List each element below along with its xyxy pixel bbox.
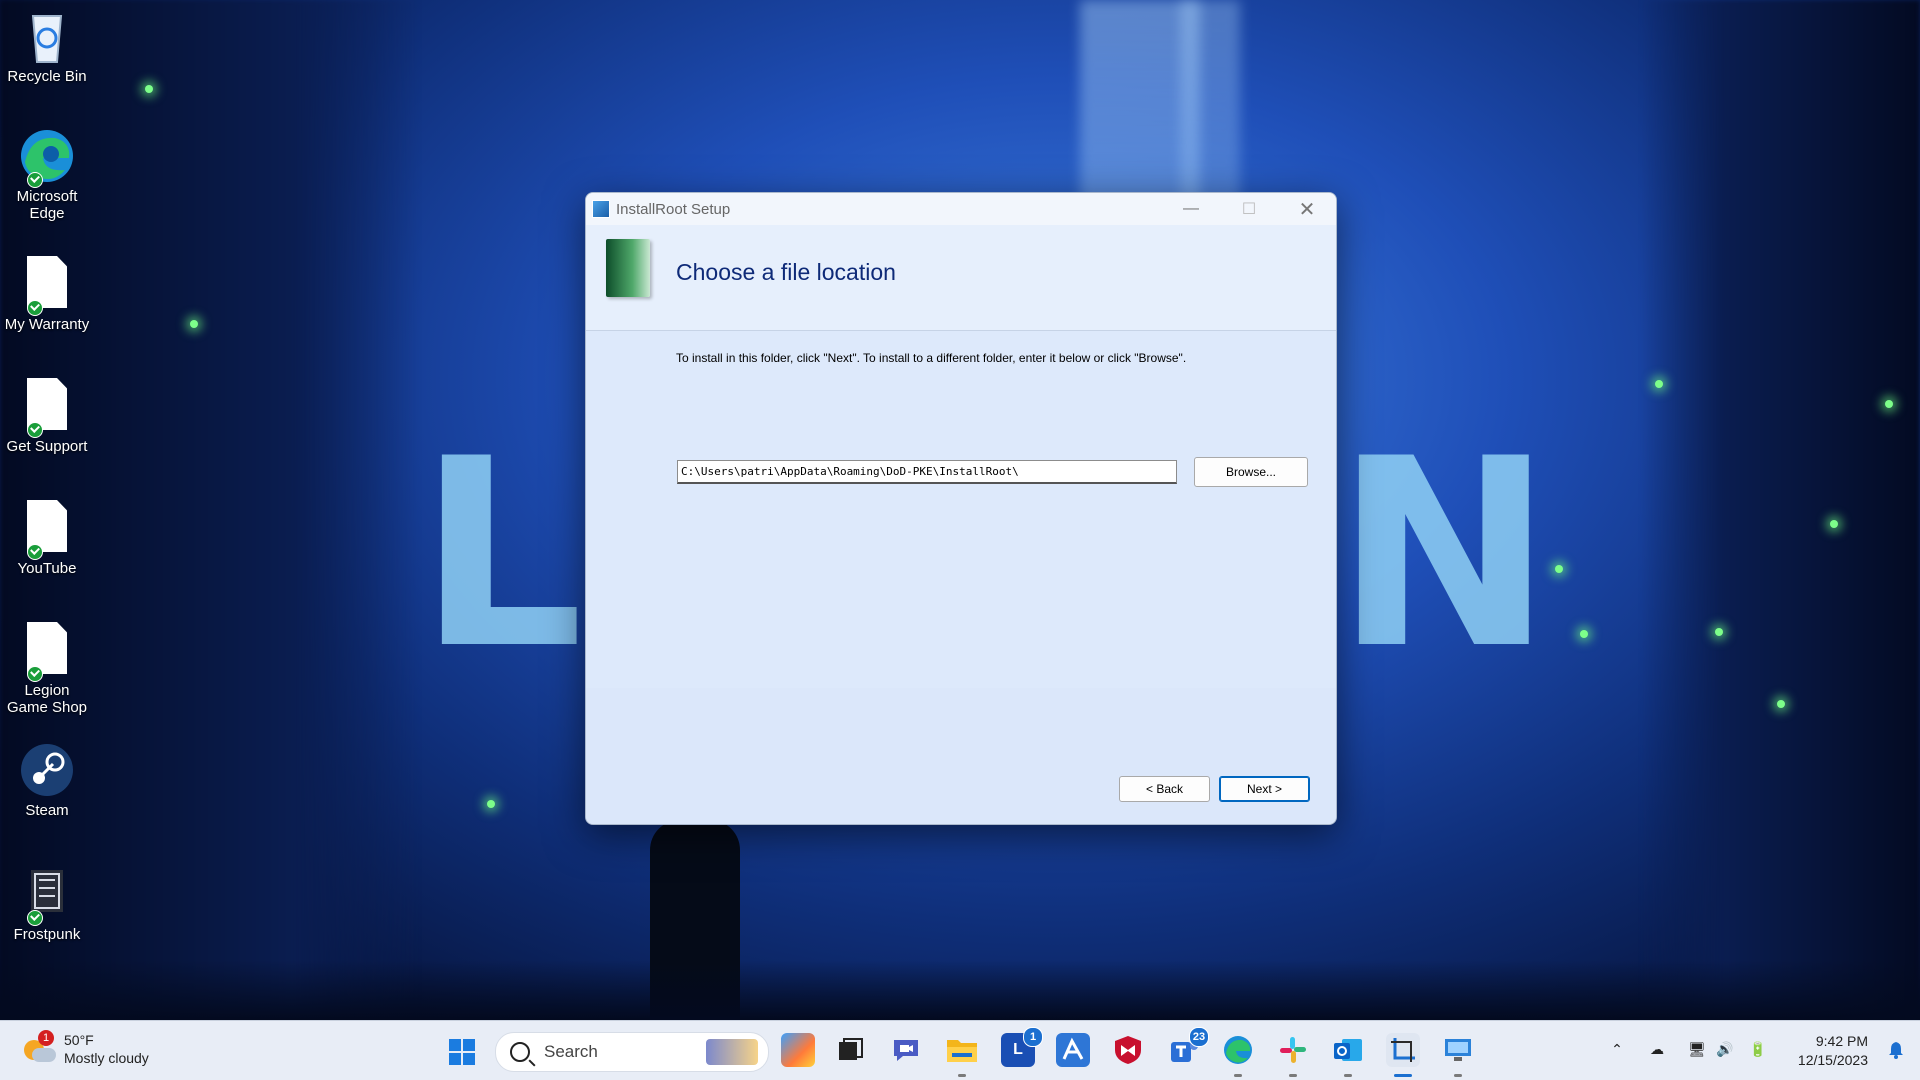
minimize-button[interactable]: — (1162, 193, 1220, 225)
search-icon (510, 1042, 530, 1062)
volume-icon[interactable]: 🔊 (1715, 1041, 1735, 1059)
desktop-icon-label: Legion Game Shop (6, 682, 88, 716)
window-title: InstallRoot Setup (616, 200, 731, 218)
folder-icon (947, 1040, 977, 1062)
taskbar: 1 50°F Mostly cloudy Search L 1 23 ⌃ ☁ 🖥… (0, 1020, 1920, 1080)
dialog-banner: Choose a file location (586, 225, 1336, 331)
minimize-icon: — (1183, 200, 1199, 217)
clock-date: 12/15/2023 (1797, 1052, 1868, 1068)
document-icon (23, 378, 71, 438)
page-heading: Choose a file location (676, 259, 896, 285)
browse-button[interactable]: Browse... (1194, 457, 1308, 487)
taskbar-app-meet[interactable] (889, 1033, 923, 1067)
desktop-icon-label: Frostpunk (13, 926, 81, 943)
desktop-icon-youtube[interactable]: YouTube (0, 500, 94, 577)
mcafee-shield-icon (1115, 1036, 1141, 1064)
onedrive-cloud-icon[interactable]: ☁ (1647, 1041, 1667, 1059)
taskbar-app-slack[interactable] (1276, 1033, 1310, 1077)
taskbar-app-file-explorer[interactable] (945, 1033, 979, 1077)
pen-a-icon (1062, 1037, 1084, 1060)
taskbar-app-edge[interactable] (1221, 1033, 1255, 1077)
document-icon (23, 622, 71, 682)
snipping-tool-icon (1391, 1038, 1415, 1062)
taskbar-app-teams[interactable]: 23 (1167, 1027, 1209, 1067)
taskbar-clock[interactable]: 9:42 PM 12/15/2023 (1798, 1032, 1868, 1070)
clock-time: 9:42 PM (1815, 1033, 1868, 1049)
taskbar-app-task-view[interactable] (833, 1033, 867, 1067)
desktop-icon-label: Microsoft Edge (16, 188, 78, 222)
desktop-icon-label: Recycle Bin (7, 68, 87, 85)
next-button[interactable]: Next > (1219, 776, 1310, 802)
taskbar-app-mcafee[interactable] (1111, 1033, 1145, 1067)
lenovo-l-icon: L (1013, 1041, 1023, 1058)
weather-condition: Mostly cloudy (64, 1050, 149, 1066)
remote-desktop-icon (1445, 1039, 1471, 1061)
desktop-icon-label: My Warranty (4, 316, 90, 333)
taskbar-app-copilot[interactable] (781, 1033, 815, 1067)
taskbar-app-a[interactable] (1056, 1033, 1090, 1067)
close-icon: ✕ (1298, 198, 1316, 221)
edge-icon (21, 128, 73, 188)
desktop-icon-steam[interactable]: Steam (0, 742, 94, 819)
weather-icon: 1 (22, 1030, 56, 1064)
document-icon (23, 500, 71, 560)
weather-widget[interactable]: 1 50°F Mostly cloudy (22, 1030, 149, 1067)
edge-icon (1224, 1036, 1252, 1064)
video-call-icon (894, 1040, 918, 1061)
network-monitor-icon[interactable]: 🖥 (1687, 1041, 1707, 1059)
desktop-icon-recycle-bin[interactable]: Recycle Bin (0, 8, 94, 85)
show-hidden-icons-chevron-icon[interactable]: ⌃ (1607, 1041, 1627, 1059)
close-button[interactable]: ✕ (1278, 193, 1336, 225)
weather-temperature: 50°F (64, 1032, 94, 1048)
taskbar-app-lenovo[interactable]: L 1 (1001, 1027, 1043, 1067)
installer-app-icon (592, 200, 610, 218)
desktop-icon-label: Get Support (6, 438, 88, 455)
title-bar[interactable]: InstallRoot Setup — ☐ ✕ (586, 193, 1336, 225)
search-label: Search (544, 1042, 598, 1061)
maximize-icon: ☐ (1241, 201, 1257, 218)
desktop-icon-my-warranty[interactable]: My Warranty (0, 256, 94, 333)
frostpunk-icon (23, 866, 71, 926)
slack-icon (1280, 1037, 1306, 1063)
teams-badge: 23 (1189, 1027, 1209, 1047)
desktop-icon-label: Steam (25, 802, 69, 819)
search-highlight-icon (706, 1039, 758, 1065)
steam-icon (21, 742, 73, 798)
desktop-icon-frostpunk[interactable]: Frostpunk (0, 866, 94, 943)
notifications-bell-icon[interactable] (1888, 1041, 1904, 1059)
weather-badge: 1 (38, 1030, 54, 1046)
desktop-icon-label: YouTube (17, 560, 77, 577)
taskbar-app-remote-desktop[interactable] (1441, 1033, 1475, 1077)
desktop-icon-microsoft-edge[interactable]: Microsoft Edge (0, 128, 94, 222)
recycle-bin-icon (23, 8, 71, 64)
dialog-footer (586, 688, 1336, 824)
battery-icon[interactable]: 🔋 (1748, 1041, 1768, 1059)
desktop-icon-get-support[interactable]: Get Support (0, 378, 94, 455)
installer-dialog: InstallRoot Setup — ☐ ✕ Choose a file lo… (585, 192, 1337, 825)
lenovo-badge: 1 (1023, 1027, 1043, 1047)
maximize-button[interactable]: ☐ (1220, 193, 1278, 225)
instruction-text: To install in this folder, click "Next".… (676, 351, 1187, 365)
taskbar-app-outlook[interactable] (1331, 1033, 1365, 1077)
back-button[interactable]: < Back (1119, 776, 1210, 802)
task-view-icon (839, 1038, 863, 1060)
taskbar-search[interactable]: Search (495, 1032, 769, 1072)
folder-graphic-icon (606, 239, 650, 297)
desktop-icon-legion-game-shop[interactable]: Legion Game Shop (0, 622, 94, 716)
taskbar-app-snipping-tool[interactable] (1386, 1033, 1420, 1077)
document-icon (23, 256, 71, 316)
outlook-icon (1334, 1039, 1362, 1061)
start-button[interactable] (449, 1039, 475, 1065)
install-path-input[interactable] (677, 460, 1177, 484)
